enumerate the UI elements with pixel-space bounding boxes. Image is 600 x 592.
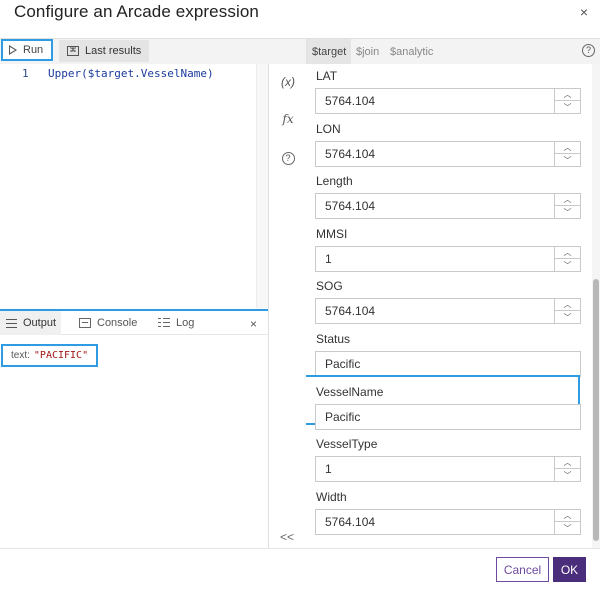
output-result: text: "PACIFIC": [1, 344, 99, 367]
fields-scrollbar[interactable]: [592, 64, 600, 548]
chevron-up-icon[interactable]: ︿: [555, 246, 581, 259]
chevron-up-icon[interactable]: ︿: [555, 298, 581, 311]
chevron-down-icon[interactable]: ﹀: [555, 469, 581, 482]
tab-join[interactable]: $join: [351, 39, 384, 64]
chevron-down-icon[interactable]: ﹀: [555, 522, 581, 535]
close-icon[interactable]: ×: [580, 4, 588, 20]
collapse-chevron-icon[interactable]: <<: [268, 530, 306, 544]
console-icon: [79, 318, 91, 328]
lat-input[interactable]: 5764.104 ︿ ﹀: [315, 88, 581, 114]
editor-toolbar: Run ⌘ Last results: [0, 38, 306, 64]
chevron-down-icon[interactable]: ﹀: [555, 101, 581, 114]
code-editor[interactable]: 1 Upper($target.VesselName): [0, 64, 256, 308]
line-number: 1: [22, 67, 29, 80]
last-results-button[interactable]: ⌘ Last results: [59, 40, 150, 62]
chevron-up-icon[interactable]: ︿: [555, 88, 581, 101]
scrollbar-thumb[interactable]: [593, 279, 599, 541]
close-output-icon[interactable]: ×: [250, 317, 257, 331]
vesseltype-input[interactable]: 1 ︿ ﹀: [315, 456, 581, 482]
field-label: Status: [316, 332, 351, 346]
chevron-up-icon[interactable]: ︿: [555, 456, 581, 469]
dialog-title: Configure an Arcade expression: [14, 2, 259, 21]
number-stepper[interactable]: ︿ ﹀: [554, 456, 581, 482]
tab-console[interactable]: Console: [79, 311, 137, 335]
number-stepper[interactable]: ︿ ﹀: [554, 298, 581, 324]
number-stepper[interactable]: ︿ ﹀: [554, 141, 581, 167]
tab-output[interactable]: Output: [0, 311, 61, 335]
editor-scrollbar[interactable]: [256, 64, 268, 308]
last-results-label: Last results: [85, 45, 142, 57]
tab-analytic[interactable]: $analytic: [385, 39, 438, 64]
output-tabs: Output Console Log ×: [0, 309, 268, 335]
field-label: Length: [316, 174, 353, 188]
length-input[interactable]: 5764.104 ︿ ﹀: [315, 193, 581, 219]
chevron-up-icon[interactable]: ︿: [555, 193, 581, 206]
field-label: VesselName: [316, 385, 384, 399]
variables-icon[interactable]: (x): [269, 75, 307, 89]
chevron-up-icon[interactable]: ︿: [555, 141, 581, 154]
tab-target[interactable]: $target: [307, 39, 352, 64]
vesselname-input[interactable]: Pacific: [315, 404, 581, 430]
code-line[interactable]: Upper($target.VesselName): [48, 67, 214, 80]
number-stepper[interactable]: ︿ ﹀: [554, 193, 581, 219]
field-label: LON: [316, 122, 341, 136]
width-input[interactable]: 5764.104 ︿ ﹀: [315, 509, 581, 535]
sog-input[interactable]: 5764.104 ︿ ﹀: [315, 298, 581, 324]
help-icon[interactable]: ?: [582, 44, 595, 57]
number-stepper[interactable]: ︿ ﹀: [554, 246, 581, 272]
number-stepper[interactable]: ︿ ﹀: [554, 88, 581, 114]
profile-fields: LAT 5764.104 ︿ ﹀ LON 5764.104 ︿ ﹀ Length…: [306, 64, 592, 548]
field-label: LAT: [316, 69, 338, 83]
chevron-down-icon[interactable]: ﹀: [555, 311, 581, 324]
side-panel-icons: (x) fx ?: [268, 64, 306, 548]
field-label: VesselType: [316, 437, 378, 451]
lon-input[interactable]: 5764.104 ︿ ﹀: [315, 141, 581, 167]
run-label: Run: [23, 44, 44, 56]
chevron-up-icon[interactable]: ︿: [555, 509, 581, 522]
field-label: MMSI: [316, 227, 348, 241]
ok-button[interactable]: OK: [553, 557, 586, 582]
run-button[interactable]: Run: [1, 39, 53, 61]
tab-log[interactable]: Log: [158, 311, 194, 335]
profile-tabs: $target $join $analytic ?: [306, 38, 600, 64]
result-key: text:: [11, 350, 30, 361]
cancel-button[interactable]: Cancel: [496, 557, 549, 582]
field-label: SOG: [316, 279, 343, 293]
result-value: "PACIFIC": [33, 350, 89, 361]
chevron-down-icon[interactable]: ﹀: [555, 206, 581, 219]
chevron-down-icon[interactable]: ﹀: [555, 154, 581, 167]
functions-icon[interactable]: fx: [269, 112, 307, 126]
chevron-down-icon[interactable]: ﹀: [555, 259, 581, 272]
mmsi-input[interactable]: 1 ︿ ﹀: [315, 246, 581, 272]
field-label: Width: [316, 490, 347, 504]
results-icon: ⌘: [67, 46, 79, 56]
help-icon-side[interactable]: ?: [269, 150, 307, 165]
play-icon: [9, 45, 17, 55]
status-input[interactable]: Pacific: [315, 351, 581, 377]
footer-divider: [0, 548, 600, 549]
number-stepper[interactable]: ︿ ﹀: [554, 509, 581, 535]
log-icon: [158, 318, 170, 328]
list-icon: [6, 318, 17, 328]
